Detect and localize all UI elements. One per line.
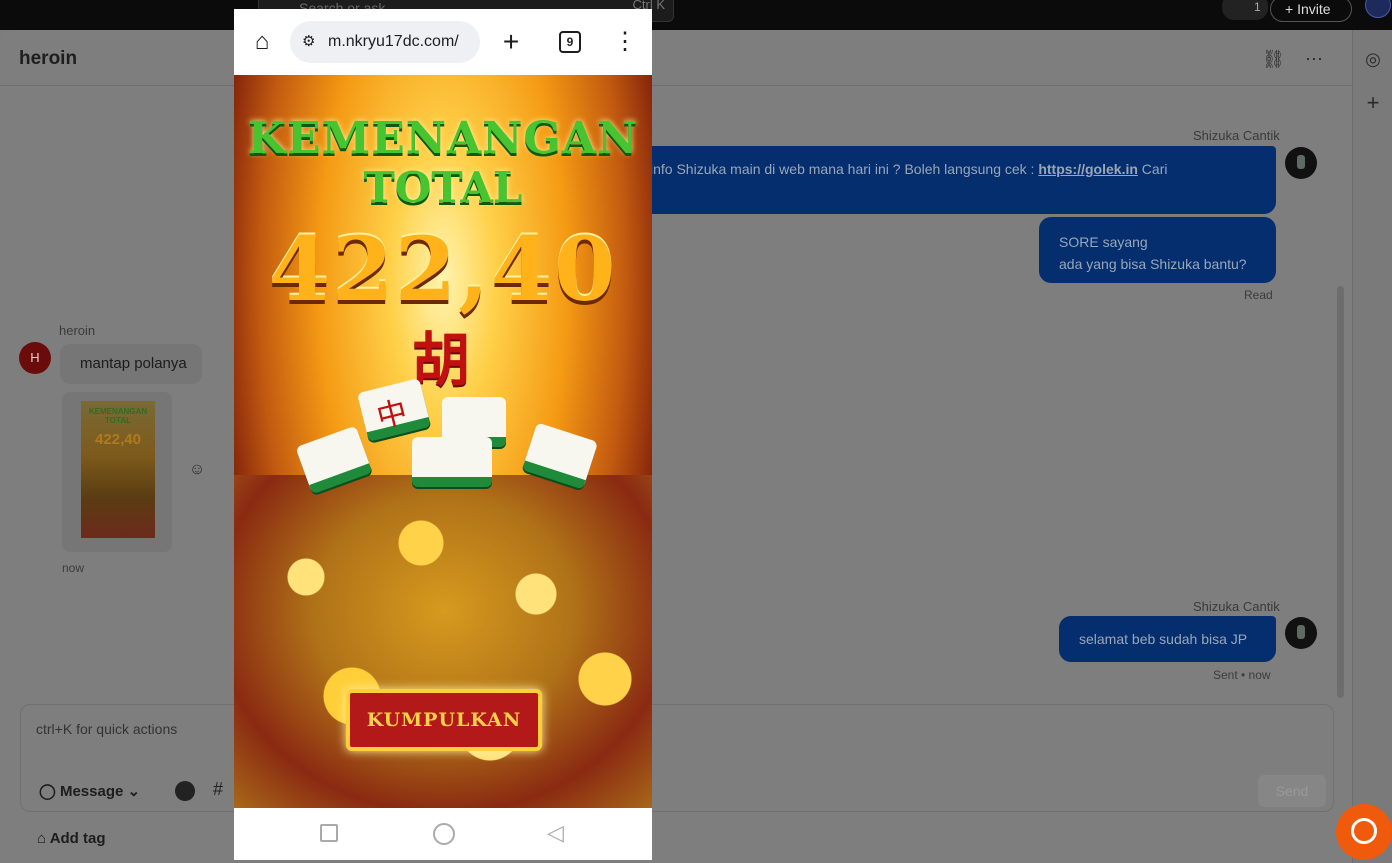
mic-icon[interactable] — [175, 781, 195, 801]
add-tag-button[interactable]: ⌂ Add tag — [37, 830, 106, 847]
more-icon[interactable]: ⋯ — [1303, 48, 1325, 70]
message-mode-select[interactable]: ◯ Message ⌄ — [39, 782, 140, 800]
add-reaction-icon[interactable]: ☺ — [187, 461, 207, 481]
mahjong-tile: 中 — [356, 378, 432, 442]
sender-name: heroin — [59, 323, 96, 338]
profile-icon[interactable]: ◎ — [1362, 48, 1384, 70]
tag-icon: ⌂ — [37, 830, 47, 847]
thumbnail-amount: 422,40 — [95, 431, 141, 448]
gold-coins-pile — [234, 475, 652, 808]
thumbnail-title: KEMENANGAN TOTAL — [88, 407, 148, 425]
add-tag-label: Add tag — [49, 830, 106, 847]
menu-icon[interactable]: ⋮ — [610, 27, 640, 57]
mahjong-tile — [412, 437, 492, 487]
back-icon[interactable]: ◁ — [547, 820, 567, 845]
android-nav-bar: ◁ — [234, 808, 652, 860]
add-icon[interactable]: + — [1362, 92, 1384, 114]
image-thumbnail[interactable]: KEMENANGAN TOTAL 422,40 — [81, 401, 155, 538]
browser-toolbar: ⌂ ⚙ m.nkryu17dc.com/ + 9 ⋮ — [234, 9, 652, 75]
message-time: now — [62, 561, 85, 575]
chat-icon — [1351, 818, 1377, 844]
message-link[interactable]: https://golek.in — [1038, 161, 1138, 177]
url-text: m.nkryu17dc.com/ — [328, 33, 459, 50]
chevron-down-icon: ⌄ — [127, 783, 141, 800]
message-bubble-outgoing[interactable]: info Shizuka main di web mana hari ini ?… — [600, 146, 1276, 214]
contact-avatar[interactable]: H — [19, 342, 51, 374]
message-text: info Shizuka main di web mana hari ini ?… — [650, 161, 1039, 177]
read-status: Read — [1244, 288, 1273, 302]
scrollbar[interactable] — [1337, 286, 1344, 698]
sender-name: Shizuka Cantik — [1193, 599, 1280, 614]
phone-screenshot-preview: ⌂ ⚙ m.nkryu17dc.com/ + 9 ⋮ KEMENANGAN TO… — [234, 9, 652, 860]
send-button[interactable]: Send — [1258, 775, 1326, 807]
url-bar[interactable]: ⚙ m.nkryu17dc.com/ — [290, 21, 480, 63]
message-bubble-outgoing[interactable]: selamat beb sudah bisa JP — [1059, 616, 1276, 662]
message-text-tail: Cari — [1137, 161, 1168, 177]
invite-button[interactable]: + Invite — [1270, 0, 1352, 22]
conversation-title: heroin — [19, 48, 78, 69]
game-title-line-2: TOTAL — [363, 163, 523, 212]
game-win-screen: KEMENANGAN TOTAL 422,40 胡 中 KUMPULKAN — [234, 75, 652, 808]
message-bubble-incoming[interactable]: mantap polanya — [60, 344, 202, 384]
new-tab-icon[interactable]: + — [496, 27, 526, 57]
support-chat-button[interactable] — [1336, 804, 1392, 860]
hashtag-icon[interactable]: # — [213, 779, 223, 800]
sent-status: Sent • now — [1213, 668, 1271, 682]
right-rail: ◎ + — [1352, 30, 1392, 863]
message-bubble-outgoing[interactable]: SORE sayang ada yang bisa Shizuka bantu? — [1039, 217, 1276, 283]
collect-button[interactable]: KUMPULKAN — [346, 689, 542, 751]
user-avatar[interactable] — [1365, 0, 1391, 18]
tab-count[interactable]: 9 — [559, 31, 581, 53]
home-nav-icon[interactable] — [433, 823, 455, 845]
composer-placeholder: ctrl+K for quick actions — [36, 721, 178, 737]
home-icon[interactable]: ⌂ — [247, 27, 277, 57]
member-count[interactable]: 1 — [1222, 0, 1268, 20]
message-mode-label: Message — [59, 783, 124, 800]
top-bar: Search or ask Ctrl K 1 + Invite — [0, 0, 1392, 30]
tile-glyph: 中 — [373, 394, 411, 436]
invite-label: Invite — [1297, 1, 1331, 17]
sender-name: Shizuka Cantik — [1193, 128, 1280, 143]
agent-avatar — [1285, 147, 1317, 179]
site-settings-icon[interactable]: ⚙ — [302, 32, 315, 50]
conversation-header: heroin ⛓ ⋯ — [0, 30, 1352, 86]
link-icon[interactable]: ⛓ — [1262, 48, 1285, 70]
chat-bubble-icon: ◯ — [39, 783, 56, 800]
agent-avatar — [1285, 617, 1317, 649]
recents-icon[interactable] — [320, 824, 338, 842]
game-title-line-1: KEMENANGAN — [247, 113, 639, 164]
message-composer[interactable]: ctrl+K for quick actions ◯ Message ⌄ # S… — [20, 704, 1334, 812]
message-line-1: SORE sayang — [1059, 234, 1148, 250]
win-amount: 422,40 — [268, 217, 618, 321]
message-line-2: ada yang bisa Shizuka bantu? — [1059, 256, 1247, 272]
